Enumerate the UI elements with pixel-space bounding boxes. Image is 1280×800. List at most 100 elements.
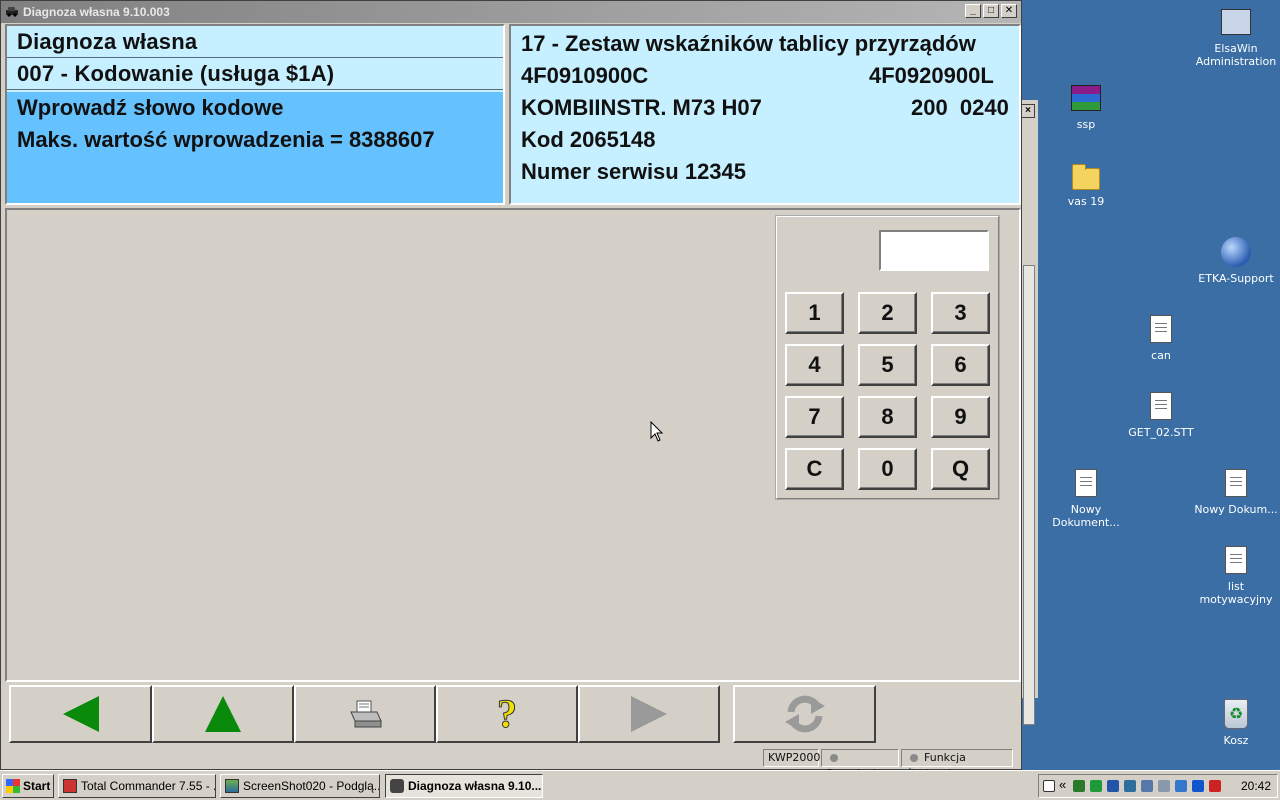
desktop-icon-get02[interactable]: GET_02.STT [1116, 390, 1206, 439]
archive-icon [1071, 85, 1101, 111]
key-3[interactable]: 3 [931, 292, 990, 334]
desktop-icon-etka[interactable]: ETKA-Support [1191, 236, 1280, 285]
desktop-icon-label: Nowy Dokument... [1052, 503, 1120, 529]
close-button[interactable]: ✕ [1001, 4, 1017, 18]
desktop-icon-can[interactable]: can [1116, 313, 1206, 362]
control-unit-title: 17 - Zestaw wskaźników tablicy przyrządó… [521, 31, 976, 56]
instruction-text: Wprowadź słowo kodowe [17, 95, 284, 120]
control-unit-info-panel: 17 - Zestaw wskaźników tablicy przyrządó… [509, 24, 1021, 205]
taskbar-item-diagnoza[interactable]: Diagnoza własna 9.10... [385, 774, 543, 798]
wifi-icon[interactable] [1141, 780, 1153, 792]
key-4[interactable]: 4 [785, 344, 844, 386]
document-icon [1225, 546, 1247, 574]
function-info-panel: Diagnoza własna 007 - Kodowanie (usługa … [5, 24, 505, 205]
taskbar-item-total-commander[interactable]: Total Commander 7.55 - ... [58, 774, 216, 798]
desktop-icon-elsawin[interactable]: ElsaWin Administration [1191, 6, 1280, 68]
desktop-icon-nowy-dokument-2[interactable]: Nowy Dokum... [1191, 467, 1280, 516]
desktop-icon-label: Nowy Dokum... [1194, 503, 1278, 516]
arrow-right-icon [631, 696, 667, 732]
code-input[interactable] [879, 230, 989, 271]
desktop-icon-label: ElsaWin Administration [1195, 42, 1277, 68]
maximize-button[interactable]: □ [983, 4, 999, 18]
windows-logo-icon [6, 779, 20, 793]
max-value-text: Maks. wartość wprowadzenia = 8388607 [17, 127, 435, 152]
bluetooth-icon[interactable] [1107, 780, 1119, 792]
service-number: Numer serwisu 12345 [521, 159, 747, 184]
desktop-icon-kosz[interactable]: ♻ Kosz [1191, 698, 1280, 747]
desktop-icon-label: vas 19 [1067, 195, 1105, 208]
part-number-right: 4F0920900L [869, 63, 994, 88]
back-button[interactable] [9, 685, 152, 743]
network-icon[interactable] [1073, 780, 1085, 792]
component-numbers: 200 0240 [911, 95, 1009, 120]
function-title: Diagnoza własna [7, 26, 503, 58]
window-titlebar[interactable]: Diagnoza własna 9.10.003 _ □ ✕ [1, 1, 1021, 23]
mouse-cursor-icon [650, 421, 664, 442]
close-icon[interactable]: × [1021, 104, 1035, 118]
image-viewer-icon [225, 779, 239, 793]
status-led-icon [830, 754, 838, 762]
taskbar-item-screenshot[interactable]: ScreenShot020 - Podglą... [220, 774, 380, 798]
speaker-icon[interactable] [1124, 780, 1136, 792]
status-led-icon [910, 754, 918, 762]
component-name: KOMBIINSTR. M73 H07 [521, 95, 762, 120]
key-5[interactable]: 5 [858, 344, 917, 386]
coding-value: Kod 2065148 [521, 127, 656, 152]
forward-button[interactable] [578, 685, 720, 743]
question-icon: ? [497, 691, 518, 736]
key-clear[interactable]: C [785, 448, 844, 490]
folder-icon [1072, 164, 1100, 190]
antivirus-icon[interactable] [1209, 780, 1221, 792]
key-7[interactable]: 7 [785, 396, 844, 438]
taskbar-item-label: Total Commander 7.55 - ... [81, 779, 216, 793]
arrow-left-icon [62, 696, 99, 732]
desktop-icon-label: GET_02.STT [1128, 426, 1194, 439]
monitor-icon[interactable] [1175, 780, 1187, 792]
start-label: Start [23, 779, 51, 793]
window-title: Diagnoza własna 9.10.003 [23, 5, 170, 19]
document-icon [1150, 392, 1172, 420]
key-0[interactable]: 0 [858, 448, 917, 490]
desktop-icon-label: list motywacyjny [1199, 580, 1273, 606]
refresh-icon [784, 695, 825, 733]
car-icon [390, 779, 404, 793]
desktop-icon-label: Kosz [1223, 734, 1249, 747]
printer-icon [350, 700, 382, 728]
protocol-status: KWP2000 [763, 749, 820, 767]
desktop-icon-nowy-dokument-1[interactable]: Nowy Dokument... [1041, 467, 1131, 529]
desktop-icon-vas19[interactable]: vas 19 [1041, 159, 1131, 208]
display-icon[interactable] [1192, 780, 1204, 792]
desktop-icon-label: can [1151, 349, 1171, 362]
key-q[interactable]: Q [931, 448, 990, 490]
shield-icon[interactable] [1090, 780, 1102, 792]
clock: 20:42 [1240, 779, 1271, 793]
taskbar-item-label: Diagnoza własna 9.10... [408, 779, 542, 793]
minimize-button[interactable]: _ [965, 4, 981, 18]
scrollbar[interactable] [1023, 265, 1035, 725]
desktop-icon-label: ETKA-Support [1198, 272, 1274, 285]
key-6[interactable]: 6 [931, 344, 990, 386]
diagnosis-window: Diagnoza własna 9.10.003 _ □ ✕ Diagnoza … [0, 0, 1022, 780]
tray-expand-icon[interactable]: « [1059, 777, 1066, 792]
function-subtitle: 007 - Kodowanie (usługa $1A) [7, 58, 503, 90]
key-1[interactable]: 1 [785, 292, 844, 334]
taskbar: Start Total Commander 7.55 - ... ScreenS… [0, 770, 1280, 800]
document-icon [1075, 469, 1097, 497]
key-8[interactable]: 8 [858, 396, 917, 438]
floppy-icon [63, 779, 77, 793]
document-icon [1150, 315, 1172, 343]
help-icon[interactable] [1043, 780, 1055, 792]
help-button[interactable]: ? [436, 685, 578, 743]
up-button[interactable] [152, 685, 294, 743]
start-button[interactable]: Start [2, 774, 54, 798]
navigation-toolbar: ? [9, 685, 1019, 744]
document-icon [1225, 469, 1247, 497]
print-button[interactable] [294, 685, 436, 743]
key-9[interactable]: 9 [931, 396, 990, 438]
key-2[interactable]: 2 [858, 292, 917, 334]
desktop-icon-list[interactable]: list motywacyjny [1191, 544, 1280, 606]
usb-icon[interactable] [1158, 780, 1170, 792]
desktop-icon-ssp[interactable]: ssp [1041, 82, 1131, 131]
refresh-button[interactable] [733, 685, 876, 743]
arrow-up-icon [205, 696, 241, 732]
